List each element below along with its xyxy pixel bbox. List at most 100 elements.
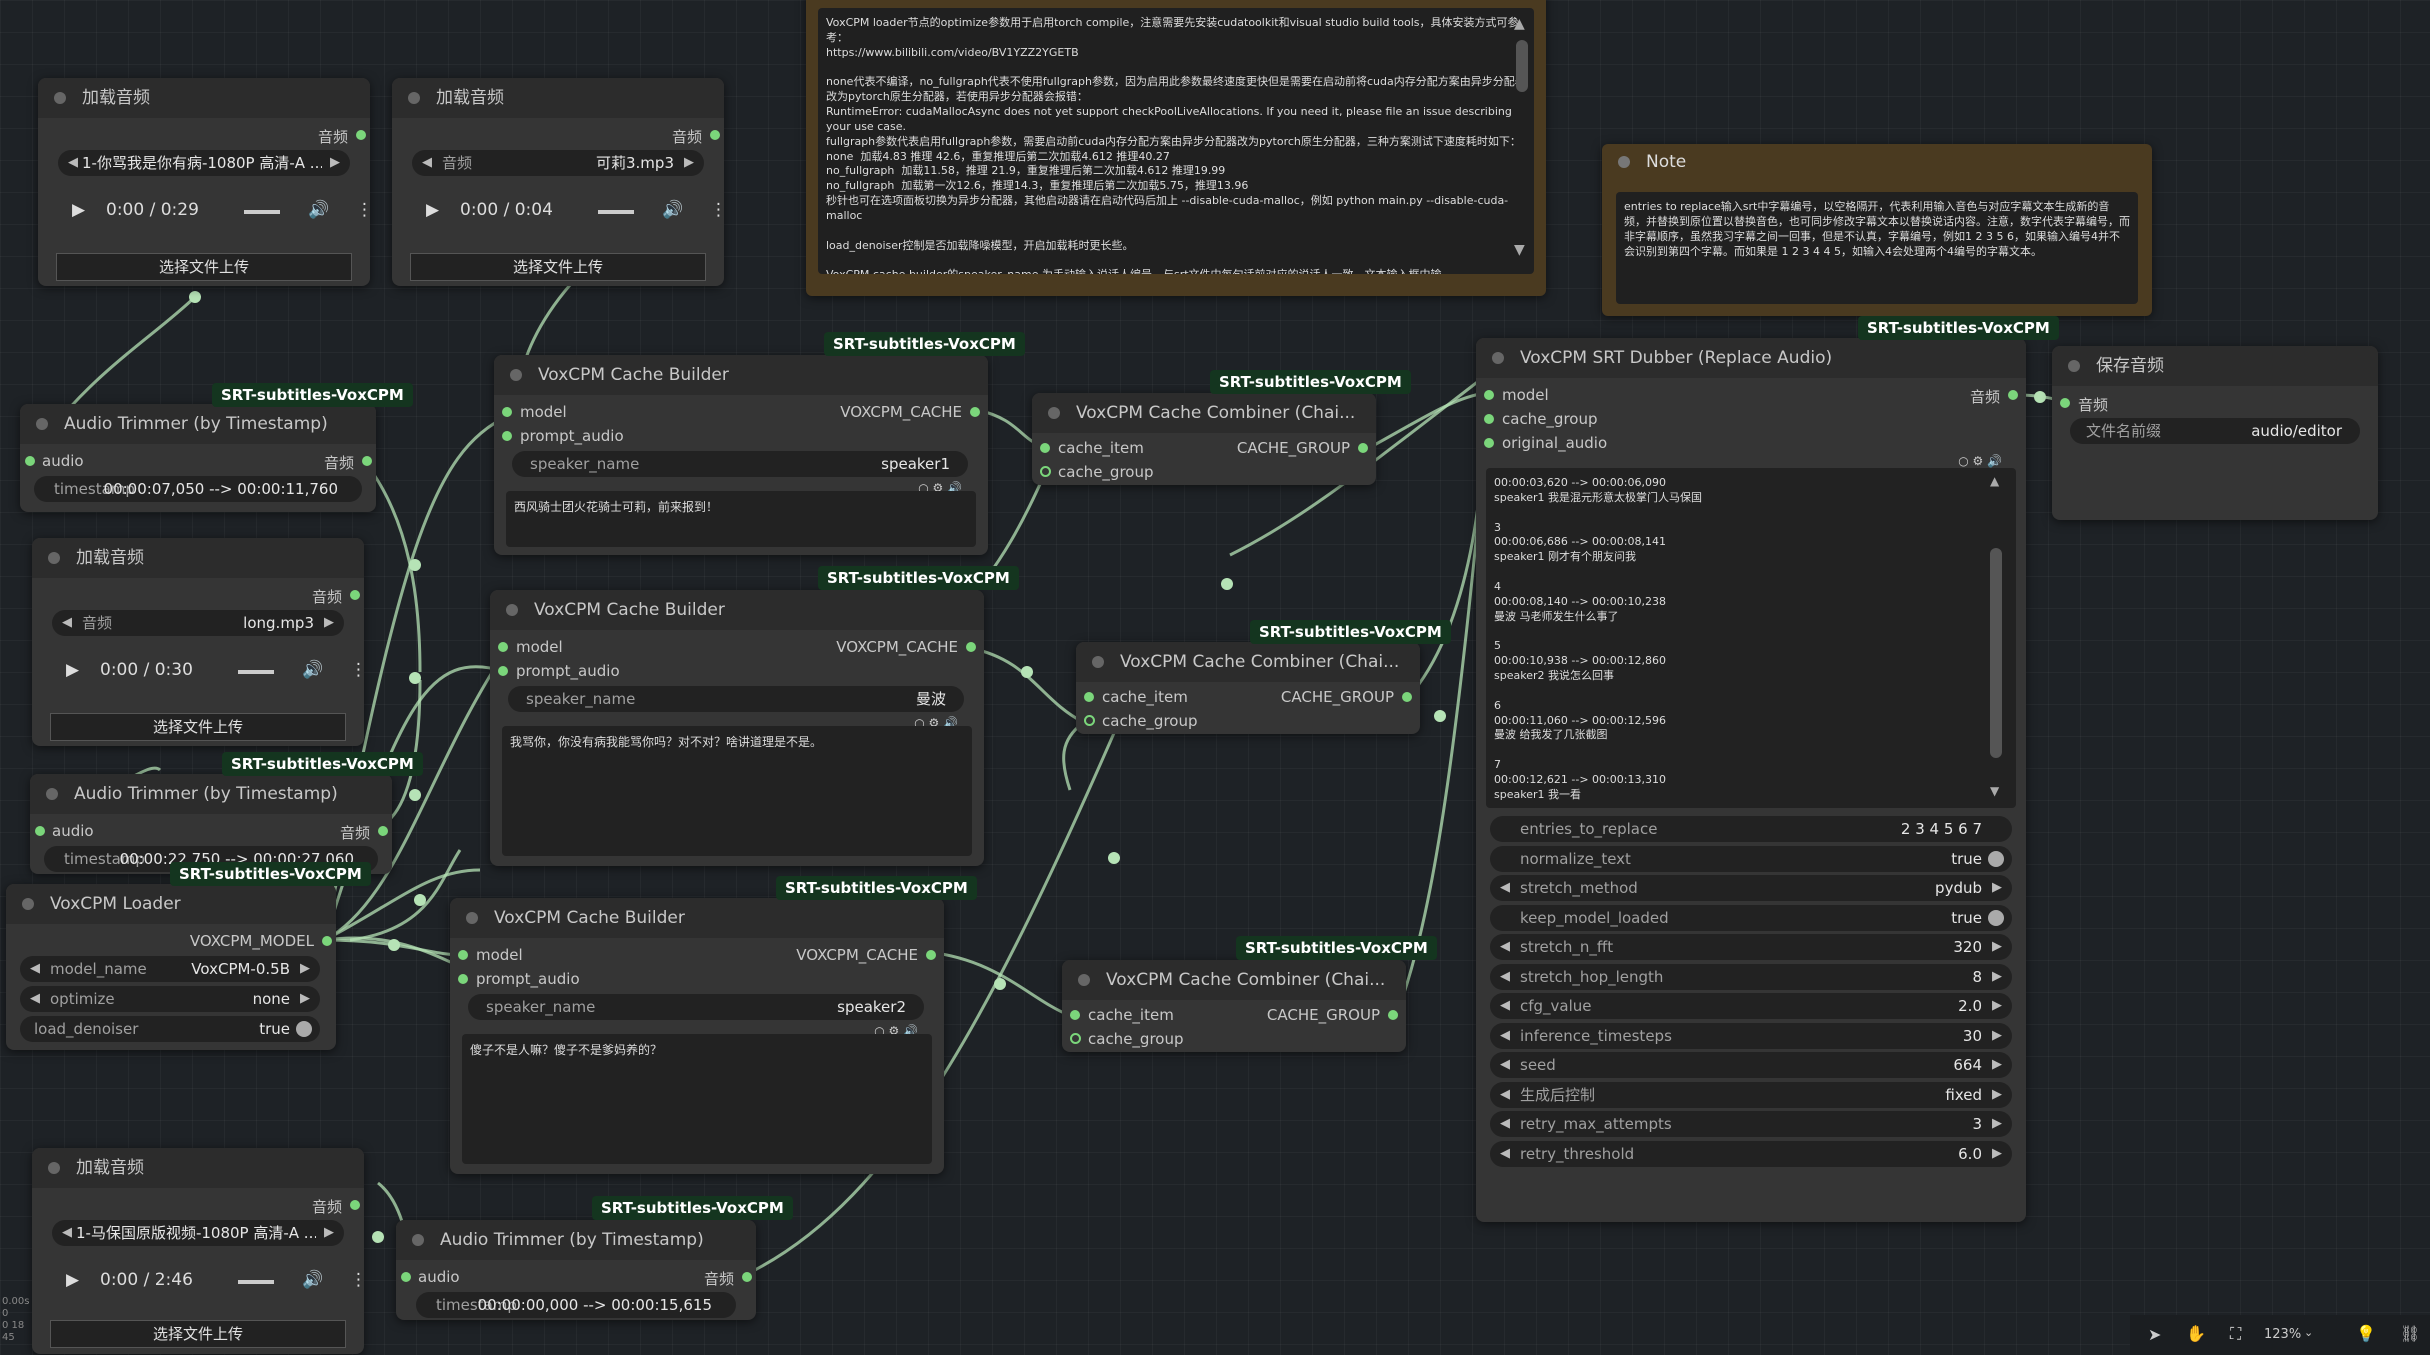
input-pin[interactable]: [35, 826, 45, 836]
scroll-down-icon[interactable]: ▼: [1514, 242, 1525, 258]
collapse-dot-icon[interactable]: [1048, 407, 1060, 419]
output-pin[interactable]: [1358, 443, 1368, 453]
input-pin[interactable]: [1070, 1033, 1081, 1044]
audio-player[interactable]: ▶ 0:00 / 2:46 🔊 ⋮: [66, 1270, 367, 1310]
node-header[interactable]: VoxCPM Cache Builder: [450, 898, 944, 938]
scroll-up-icon[interactable]: ▲: [1514, 16, 1525, 32]
node-header[interactable]: Audio Trimmer (by Timestamp): [396, 1220, 756, 1260]
upload-button[interactable]: 选择文件上传: [56, 253, 352, 281]
node-header[interactable]: Note: [1602, 144, 2152, 180]
toggle-knob[interactable]: [296, 1021, 312, 1037]
param-normalize-text[interactable]: normalize_text true: [1490, 845, 2012, 872]
speaker-name-field[interactable]: speaker_name 曼波: [508, 686, 964, 712]
param-stretch-hop-length[interactable]: ◀ stretch_hop_length 8 ▶: [1490, 963, 2012, 990]
right-arrow-icon[interactable]: ▶: [1992, 1082, 2002, 1108]
input-pin[interactable]: [1484, 438, 1494, 448]
input-pin[interactable]: [498, 666, 508, 676]
scroll-down-icon[interactable]: ▼: [1990, 784, 1999, 798]
progress-bar[interactable]: [244, 210, 280, 214]
top-note-node[interactable]: VoxCPM loader节点的optimize参数用于启用torch comp…: [806, 0, 1546, 296]
right-arrow-icon[interactable]: ▶: [1992, 875, 2002, 901]
param-stretch-method[interactable]: ◀ stretch_method pydub ▶: [1490, 875, 2012, 901]
audio-player[interactable]: ▶ 0:00 / 0:30 🔊 ⋮: [66, 660, 367, 700]
chevron-down-icon[interactable]: ⌄: [2304, 1326, 2313, 1339]
node-header[interactable]: VoxCPM SRT Dubber (Replace Audio): [1476, 338, 2026, 378]
left-arrow-icon[interactable]: ◀: [68, 150, 78, 176]
output-pin[interactable]: [350, 1200, 360, 1210]
left-arrow-icon[interactable]: ◀: [1500, 1141, 1510, 1167]
collapse-dot-icon[interactable]: [46, 788, 58, 800]
left-arrow-icon[interactable]: ◀: [422, 150, 432, 176]
audio-trimmer-node-3[interactable]: Audio Trimmer (by Timestamp) audio 音频 ti…: [396, 1220, 756, 1320]
output-pin[interactable]: [926, 950, 936, 960]
collapse-dot-icon[interactable]: [48, 552, 60, 564]
left-arrow-icon[interactable]: ◀: [1500, 1111, 1510, 1137]
right-arrow-icon[interactable]: ▶: [1992, 1052, 2002, 1078]
play-icon[interactable]: ▶: [66, 660, 79, 680]
output-pin[interactable]: [362, 456, 372, 466]
input-pin[interactable]: [1484, 390, 1494, 400]
right-arrow-icon[interactable]: ▶: [330, 150, 340, 176]
left-arrow-icon[interactable]: ◀: [1500, 934, 1510, 960]
scrollbar[interactable]: [1516, 40, 1528, 92]
node-header[interactable]: Audio Trimmer (by Timestamp): [30, 774, 392, 814]
input-pin[interactable]: [1084, 692, 1094, 702]
node-header[interactable]: VoxCPM Cache Builder: [490, 590, 984, 630]
volume-icon[interactable]: 🔊: [662, 200, 683, 220]
param-seed[interactable]: ◀ seed 664 ▶: [1490, 1052, 2012, 1078]
node-header[interactable]: VoxCPM Cache Builder: [494, 355, 988, 395]
audio-file-combo[interactable]: ◀ 1-马保国原版视频-1080P 高清-A ... ▶: [52, 1220, 344, 1246]
input-pin[interactable]: [1084, 715, 1095, 726]
cache-combiner-node-2[interactable]: VoxCPM Cache Combiner (Chai... cache_ite…: [1076, 642, 1420, 734]
param-retry-threshold[interactable]: ◀ retry_threshold 6.0 ▶: [1490, 1140, 2012, 1167]
fit-view-icon[interactable]: ⛶: [2230, 1324, 2241, 1344]
volume-icon[interactable]: 🔊: [302, 1270, 323, 1290]
output-pin[interactable]: [356, 130, 366, 140]
param-entries-to-replace[interactable]: entries_to_replace 2 3 4 5 6 7: [1490, 816, 2012, 842]
input-pin[interactable]: [1040, 443, 1050, 453]
output-pin[interactable]: [710, 130, 720, 140]
collapse-dot-icon[interactable]: [506, 604, 518, 616]
node-header[interactable]: 加载音频: [38, 78, 370, 118]
timestamp-field[interactable]: timestamp 00:00:07,050 --> 00:00:11,760: [34, 476, 362, 502]
filename-prefix-field[interactable]: 文件名前缀 audio/editor: [2070, 418, 2360, 444]
progress-bar[interactable]: [238, 1280, 274, 1284]
left-arrow-icon[interactable]: ◀: [1500, 1052, 1510, 1078]
play-icon[interactable]: ▶: [426, 200, 439, 220]
cache-builder-node-1[interactable]: VoxCPM Cache Builder model prompt_audio …: [494, 355, 988, 555]
collapse-dot-icon[interactable]: [22, 898, 34, 910]
more-icon[interactable]: ⋮: [710, 200, 727, 220]
input-pin[interactable]: [458, 974, 468, 984]
collapse-dot-icon[interactable]: [412, 1234, 424, 1246]
srt-text-input[interactable]: 00:00:03,620 --> 00:00:06,090 speaker1 我…: [1486, 468, 2016, 808]
cache-combiner-node-3[interactable]: VoxCPM Cache Combiner (Chai... cache_ite…: [1062, 960, 1406, 1052]
speaker-name-field[interactable]: speaker_name speaker2: [468, 994, 924, 1020]
collapse-dot-icon[interactable]: [2068, 360, 2080, 372]
text-input[interactable]: 西风骑士团火花骑士可莉，前来报到！: [506, 491, 976, 547]
audio-trimmer-node-1[interactable]: Audio Trimmer (by Timestamp) audio 音频 ti…: [20, 404, 376, 512]
upload-button[interactable]: 选择文件上传: [50, 1320, 346, 1348]
progress-bar[interactable]: [598, 210, 634, 214]
audio-player[interactable]: ▶ 0:00 / 0:29 🔊 ⋮: [72, 200, 373, 240]
param-retry-max-attempts[interactable]: ◀ retry_max_attempts 3 ▶: [1490, 1111, 2012, 1137]
param-control[interactable]: ◀ 生成后控制 fixed ▶: [1490, 1081, 2012, 1108]
zoom-level[interactable]: 123%: [2264, 1327, 2301, 1342]
left-arrow-icon[interactable]: ◀: [1500, 993, 1510, 1019]
scrollbar[interactable]: [1990, 548, 2002, 758]
timestamp-field[interactable]: timestamp 00:00:00,000 --> 00:00:15,615: [416, 1292, 736, 1318]
link-off-icon[interactable]: ⛓: [2400, 1324, 2420, 1343]
input-pin[interactable]: [1484, 414, 1494, 424]
output-pin[interactable]: [322, 936, 332, 946]
right-arrow-icon[interactable]: ▶: [684, 150, 694, 176]
input-pin[interactable]: [502, 407, 512, 417]
right-arrow-icon[interactable]: ▶: [1992, 934, 2002, 960]
right-arrow-icon[interactable]: ▶: [1992, 1111, 2002, 1137]
volume-icon[interactable]: 🔊: [302, 660, 323, 680]
audio-player[interactable]: ▶ 0:00 / 0:04 🔊 ⋮: [426, 200, 727, 240]
node-header[interactable]: 加载音频: [32, 1148, 364, 1188]
load-audio-node-1[interactable]: 加载音频 音频 ◀ 1-你骂我是你有病-1080P 高清-A ... ▶ ▶ 0…: [38, 78, 373, 286]
load-audio-node-3[interactable]: 加载音频 音频 ◀ 音频 long.mp3 ▶ ▶ 0:00 / 0:30 🔊 …: [32, 538, 367, 746]
right-arrow-icon[interactable]: ▶: [324, 610, 334, 636]
collapse-dot-icon[interactable]: [466, 912, 478, 924]
upload-button[interactable]: 选择文件上传: [50, 713, 346, 741]
